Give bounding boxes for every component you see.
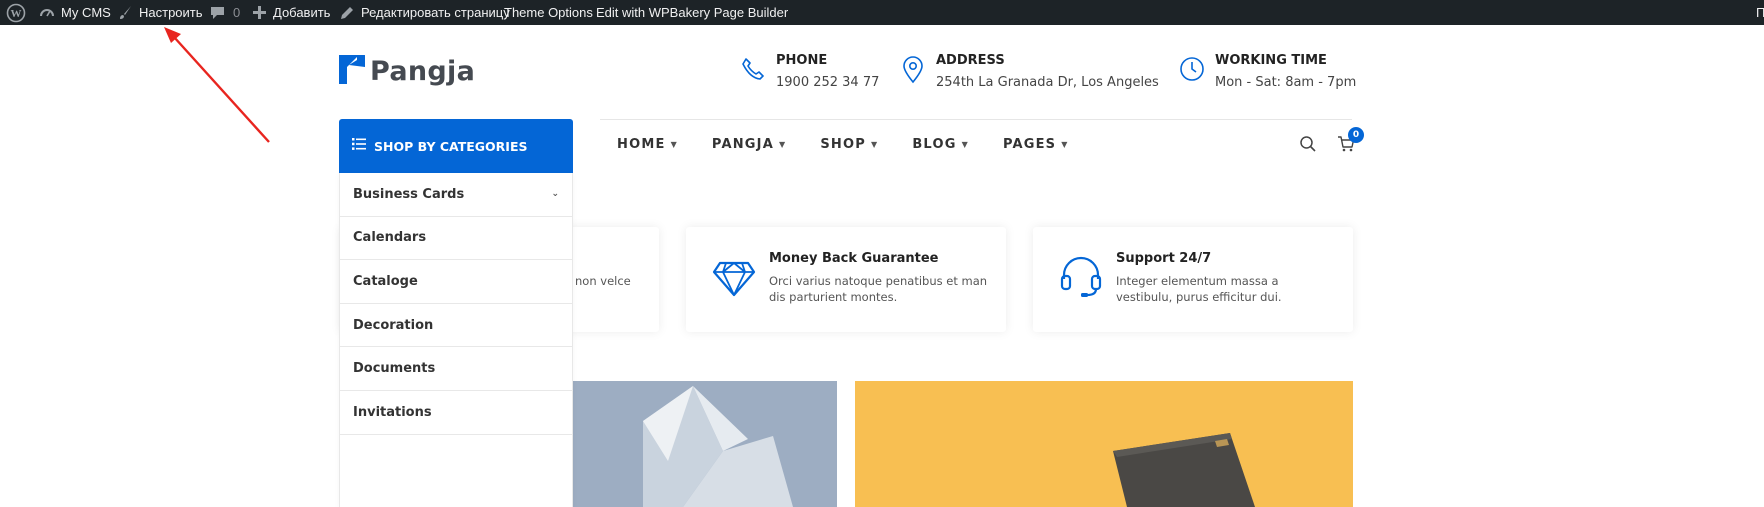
feature-box-money-back: Money Back Guarantee Orci varius natoque… [686, 227, 1006, 332]
category-label: Calendars [353, 230, 427, 246]
menu-item-label: BLOG [912, 137, 957, 152]
list-icon [352, 137, 366, 155]
menu-item-home[interactable]: HOME ▼ [617, 137, 678, 152]
chevron-down-icon: ▼ [870, 140, 879, 149]
chevron-down-icon: ▼ [670, 140, 678, 149]
phone-value: 1900 252 34 77 [776, 75, 880, 90]
category-item-more[interactable] [340, 435, 572, 479]
menu-item-label: PAGES [1002, 137, 1057, 152]
chevron-down-icon: ▼ [1061, 140, 1069, 149]
feature-box-support: Support 24/7 Integer elementum massa a v… [1033, 227, 1353, 332]
category-label: Cataloge [353, 273, 418, 289]
add-new-link[interactable]: Добавить [253, 0, 330, 25]
cart-count-badge: 0 [1348, 127, 1364, 143]
address-info: ADDRESS 254th La Granada Dr, Los Angeles [898, 52, 1159, 92]
feature-desc-partial: non velce [575, 274, 631, 288]
category-item-documents[interactable]: Documents [340, 347, 572, 391]
menu-item-pangja[interactable]: PANGJA ▼ [712, 137, 786, 152]
chevron-down-icon: ▼ [778, 140, 787, 149]
logo-text: Pangja [370, 55, 476, 87]
category-item-business-cards[interactable]: Business Cards ⌄ [340, 173, 572, 217]
working-time-info: WORKING TIME Mon - Sat: 8am - 7pm [1177, 52, 1356, 92]
feature-desc: Orci varius natoque penatibus et man dis… [769, 274, 988, 304]
category-label: Decoration [353, 317, 434, 333]
search-icon[interactable] [1299, 135, 1319, 155]
account-menu-label: П [1756, 5, 1764, 20]
chevron-down-icon: ⌄ [551, 189, 559, 200]
phone-icon [738, 52, 768, 92]
phone-info: PHONE 1900 252 34 77 [738, 52, 879, 92]
wp-admin-bar: W My CMS Настроить 0 Добавить Редактиров… [0, 0, 1764, 25]
phone-title: PHONE [776, 53, 828, 68]
category-item-invitations[interactable]: Invitations [340, 391, 572, 435]
banner-right-image[interactable] [855, 381, 1353, 507]
feature-desc: Integer elementum massa a vestibulu, pur… [1116, 274, 1282, 304]
category-dropdown: Business Cards ⌄ Calendars Cataloge Deco… [339, 173, 573, 507]
account-menu-link[interactable]: П [1756, 0, 1764, 25]
theme-options-link[interactable]: Theme Options [504, 0, 593, 25]
add-new-label: Добавить [273, 5, 331, 20]
plus-icon [253, 6, 266, 19]
site-name-link[interactable]: My CMS [39, 0, 111, 25]
edit-page-label: Редактировать страницу [361, 5, 510, 20]
nav-divider [600, 119, 1352, 120]
site-logo[interactable]: Pangja [339, 54, 475, 88]
diamond-icon [712, 255, 756, 299]
map-pin-icon [898, 52, 928, 92]
headset-icon [1059, 255, 1103, 299]
feature-title: Support 24/7 [1116, 251, 1212, 266]
menu-item-label: HOME [617, 137, 666, 152]
address-title: ADDRESS [936, 53, 1005, 68]
paintbrush-icon [118, 5, 133, 20]
working-time-title: WORKING TIME [1215, 53, 1327, 68]
category-item-decoration[interactable]: Decoration [340, 304, 572, 348]
shop-by-categories-label: SHOP BY CATEGORIES [374, 138, 528, 154]
site-name-label: My CMS [61, 5, 111, 20]
feature-title: Money Back Guarantee [769, 251, 939, 266]
customize-link[interactable]: Настроить [118, 0, 203, 25]
menu-item-pages[interactable]: PAGES ▼ [1003, 137, 1069, 152]
comments-count: 0 [233, 5, 241, 20]
theme-options-label: Theme Options [504, 5, 593, 20]
logo-mark-icon [339, 53, 367, 90]
customize-label: Настроить [139, 5, 203, 20]
address-value: 254th La Granada Dr, Los Angeles [936, 75, 1159, 90]
edit-wpbakery-label: Edit with WPBakery Page Builder [596, 5, 789, 20]
menu-item-label: SHOP [820, 137, 866, 152]
edit-wpbakery-link[interactable]: Edit with WPBakery Page Builder [596, 0, 788, 25]
banner-left-image[interactable] [573, 381, 837, 507]
menu-item-shop[interactable]: SHOP ▼ [820, 137, 878, 152]
clock-icon [1177, 52, 1207, 92]
chevron-down-icon: ▼ [961, 140, 969, 149]
category-label: Documents [353, 361, 436, 377]
category-item-cataloge[interactable]: Cataloge [340, 260, 572, 304]
category-item-calendars[interactable]: Calendars [340, 217, 572, 261]
category-label: Invitations [353, 404, 432, 420]
svg-text:W: W [11, 8, 22, 20]
menu-item-blog[interactable]: BLOG ▼ [912, 137, 969, 152]
shop-by-categories-button[interactable]: SHOP BY CATEGORIES [339, 119, 573, 173]
comments-link[interactable]: 0 [210, 0, 240, 25]
comment-icon [210, 6, 225, 20]
category-label: Business Cards [353, 186, 465, 202]
pencil-icon [340, 6, 354, 20]
working-time-value: Mon - Sat: 8am - 7pm [1215, 75, 1357, 90]
edit-page-link[interactable]: Редактировать страницу [340, 0, 510, 25]
wordpress-logo-icon[interactable]: W [6, 0, 26, 25]
menu-item-label: PANGJA [711, 137, 774, 152]
dashboard-icon [39, 5, 55, 21]
main-menu: HOME ▼ PANGJA ▼ SHOP ▼ BLOG ▼ PAGES ▼ [617, 137, 1103, 152]
